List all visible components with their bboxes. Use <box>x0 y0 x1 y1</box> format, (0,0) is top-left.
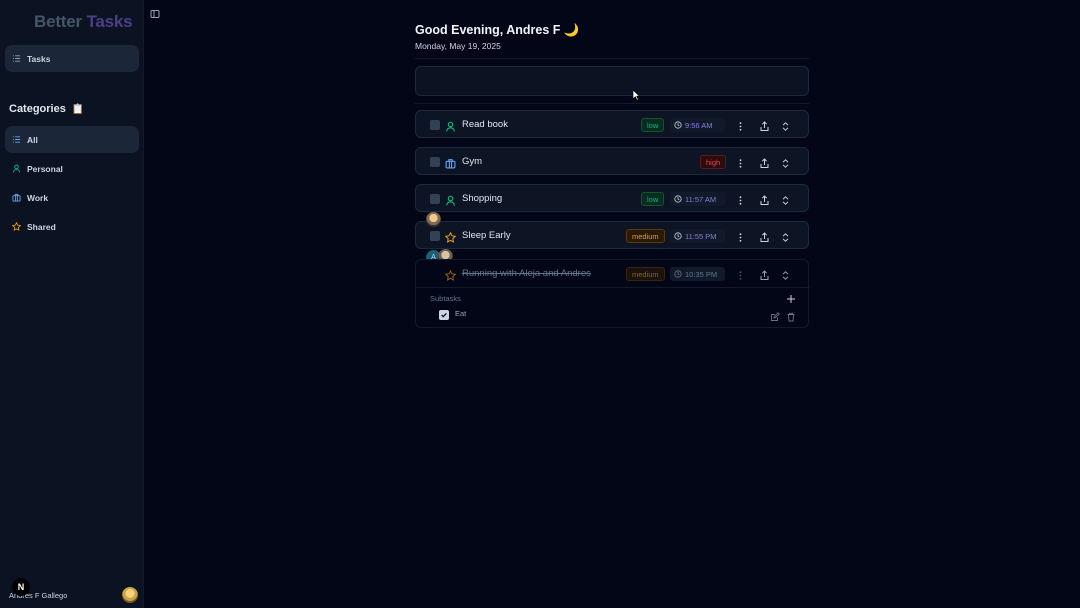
priority-badge: low <box>641 192 665 206</box>
more-options-icon[interactable] <box>735 268 746 280</box>
task-checkbox[interactable] <box>430 231 440 241</box>
current-date: Monday, May 19, 2025 <box>415 41 501 51</box>
clock-icon <box>674 121 682 129</box>
divider <box>415 58 809 59</box>
more-options-icon[interactable] <box>735 193 746 205</box>
task-checkbox[interactable] <box>430 120 440 130</box>
brand-part-1: Better <box>34 12 82 31</box>
user-icon <box>445 193 456 206</box>
user-avatar[interactable] <box>122 587 138 603</box>
expand-icon[interactable] <box>780 230 791 242</box>
category-label: Personal <box>27 163 63 174</box>
clock-icon <box>674 270 682 278</box>
task-title: Shopping <box>462 193 503 204</box>
task-title: Gym <box>462 156 483 167</box>
time-text: 9:56 AM <box>685 120 713 130</box>
more-options-icon[interactable] <box>735 230 746 242</box>
add-subtask-icon[interactable] <box>786 291 796 303</box>
subtasks-label: Subtasks <box>430 294 461 303</box>
priority-badge: low <box>641 118 665 132</box>
share-icon[interactable] <box>759 119 770 131</box>
task-checkbox[interactable] <box>430 157 440 167</box>
star-icon <box>444 268 457 281</box>
task-expanded: Running with Aleja and Andres medium 10:… <box>415 259 810 328</box>
clipboard-icon: 📋 <box>71 104 85 115</box>
user-icon <box>12 164 21 173</box>
brand-part-2: Tasks <box>86 12 133 31</box>
next-badge[interactable]: N <box>12 578 30 596</box>
trash-icon[interactable] <box>786 309 796 322</box>
category-label: All <box>27 134 38 145</box>
app-logo: Better Tasks <box>34 12 133 32</box>
expand-icon[interactable] <box>780 156 791 168</box>
briefcase-icon <box>12 193 21 202</box>
share-icon[interactable] <box>759 230 770 242</box>
page-title: Good Evening, Andres F 🌙 <box>415 23 580 37</box>
list-icon <box>12 54 21 63</box>
subtask-checkbox[interactable] <box>439 310 449 320</box>
category-label: Shared <box>27 221 56 232</box>
category-work[interactable]: Work <box>5 184 139 211</box>
category-personal[interactable]: Personal <box>5 155 139 182</box>
nav-item-label: Tasks <box>27 53 51 64</box>
time-text: 11:55 PM <box>685 231 717 241</box>
clock-icon <box>674 195 682 203</box>
check-icon <box>441 312 447 318</box>
expand-icon[interactable] <box>780 193 791 205</box>
time-badge: 10:35 PM <box>670 267 725 281</box>
priority-badge: high <box>700 155 727 169</box>
share-icon[interactable] <box>759 268 770 280</box>
star-icon <box>12 222 21 231</box>
check-icon <box>432 271 438 277</box>
task-row[interactable]: Shopping low 11:57 AM <box>415 184 809 212</box>
mouse-cursor-icon <box>632 88 641 101</box>
user-icon <box>445 119 456 132</box>
priority-badge: medium <box>626 229 665 243</box>
star-icon <box>444 230 457 243</box>
time-text: 10:35 PM <box>685 269 718 279</box>
task-checkbox[interactable] <box>430 194 440 204</box>
category-shared[interactable]: Shared <box>5 213 139 240</box>
task-checkbox[interactable] <box>430 269 440 279</box>
expand-icon[interactable] <box>780 119 791 131</box>
categories-title: Categories 📋 <box>9 103 84 115</box>
time-text: 11:57 AM <box>685 194 717 204</box>
share-icon[interactable] <box>759 156 770 168</box>
briefcase-icon <box>445 156 456 169</box>
task-title: Sleep Early <box>462 230 511 241</box>
new-task-input[interactable] <box>415 66 809 96</box>
time-badge: 11:57 AM <box>670 192 725 206</box>
divider <box>415 103 809 104</box>
task-title: Running with Aleja and Andres <box>462 268 591 279</box>
list-icon <box>12 135 21 144</box>
sidebar-toggle-icon[interactable] <box>150 6 160 18</box>
priority-badge: medium <box>626 267 665 281</box>
share-icon[interactable] <box>759 193 770 205</box>
task-row[interactable]: Sleep Early medium 11:55 PM <box>415 221 809 249</box>
time-badge: 11:55 PM <box>670 229 725 243</box>
clock-icon <box>674 232 682 240</box>
subtask-title: Eat <box>455 309 467 318</box>
collapse-icon[interactable] <box>780 268 791 280</box>
more-options-icon[interactable] <box>735 156 746 168</box>
nav-item-tasks[interactable]: Tasks <box>5 45 139 72</box>
task-row[interactable]: Gym high <box>415 147 809 175</box>
task-row[interactable]: Read book low 9:56 AM <box>415 110 809 138</box>
task-row[interactable]: Running with Aleja and Andres medium 10:… <box>416 260 810 288</box>
sidebar: Better Tasks Tasks Categories 📋 All Pers… <box>0 0 144 608</box>
category-label: Work <box>27 192 49 203</box>
time-badge: 9:56 AM <box>670 118 725 132</box>
task-title: Read book <box>462 119 508 130</box>
categories-title-text: Categories <box>9 103 66 115</box>
more-options-icon[interactable] <box>735 119 746 131</box>
category-all[interactable]: All <box>5 126 139 153</box>
shared-user-avatar <box>426 212 441 227</box>
edit-icon[interactable] <box>770 309 780 321</box>
